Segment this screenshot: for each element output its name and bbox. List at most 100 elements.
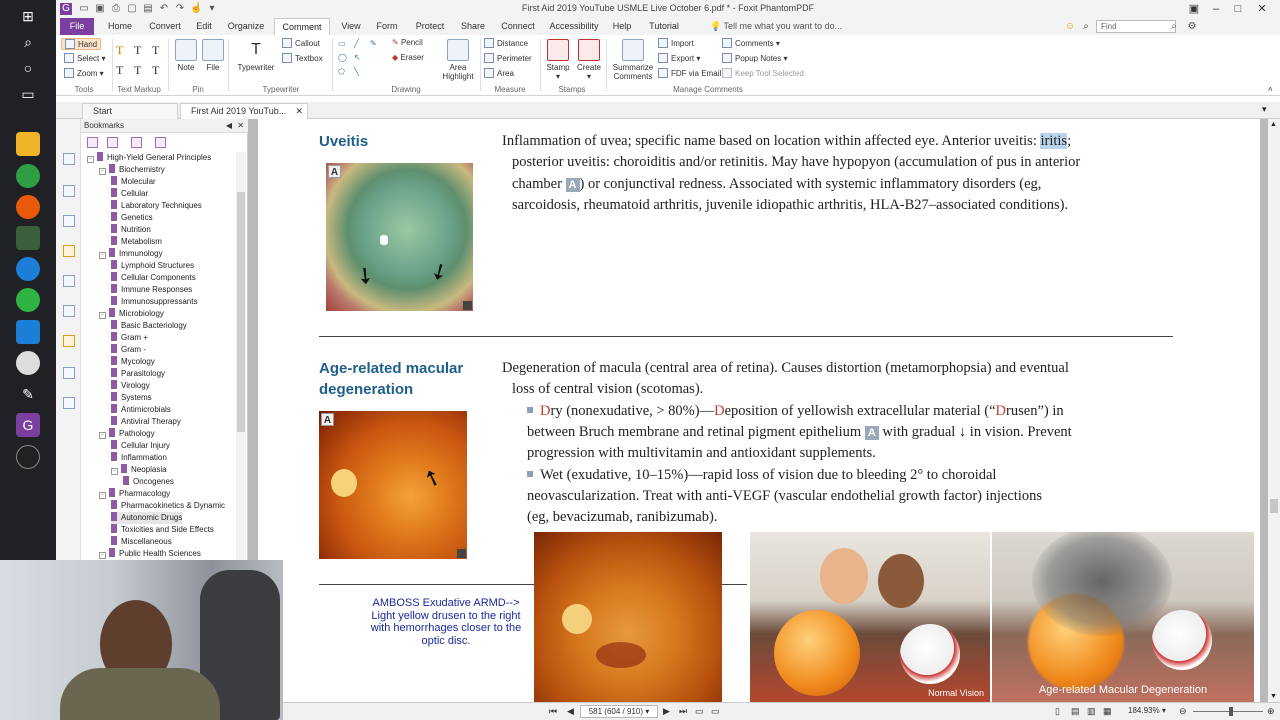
close-tab-icon[interactable]: ✕ xyxy=(295,104,303,119)
keep-tool-selected-button[interactable]: Keep Tool Selected xyxy=(722,68,804,78)
oval-icon[interactable]: ◯ xyxy=(338,53,347,62)
bookmark-item[interactable]: Immune Responses xyxy=(111,284,192,296)
expand-toggle-icon[interactable]: - xyxy=(111,468,118,475)
security-lock-icon[interactable] xyxy=(63,335,75,347)
firefox-icon[interactable] xyxy=(16,195,40,219)
bookmark-item[interactable]: Immunosuppressants xyxy=(111,296,197,308)
scroll-thumb[interactable] xyxy=(237,192,245,432)
zoom-level[interactable]: 184.93% ▾ xyxy=(1128,706,1166,715)
bookmark-item[interactable]: Gram - xyxy=(111,344,146,356)
bookmark-item[interactable]: - Pharmacology xyxy=(99,488,170,500)
bookmark-item[interactable]: Parasitology xyxy=(111,368,165,380)
maximize-button[interactable]: □ xyxy=(1228,1,1248,17)
create-stamp-button[interactable]: Create ▾ xyxy=(574,39,604,81)
expand-bookmark-icon[interactable] xyxy=(131,137,142,148)
typewriter-button[interactable]: T Typewriter xyxy=(234,39,278,72)
close-panel-icon[interactable]: ✕ xyxy=(237,119,244,133)
chrome-icon[interactable] xyxy=(16,164,40,188)
export-button[interactable]: Export ▾ xyxy=(658,53,700,63)
windows-start-icon[interactable]: ⊞ xyxy=(16,4,40,28)
last-page-icon[interactable]: ⏭ xyxy=(679,706,687,717)
whatsapp-icon[interactable] xyxy=(16,288,40,312)
expand-toggle-icon[interactable]: - xyxy=(99,432,106,439)
scroll-up-icon[interactable]: ▲ xyxy=(1270,121,1277,128)
pencil-button[interactable]: ✎ Pencil xyxy=(392,38,423,47)
expand-toggle-icon[interactable]: - xyxy=(87,156,94,163)
facing-page-icon[interactable]: ▥ xyxy=(1087,706,1096,717)
app-icon[interactable] xyxy=(16,226,40,250)
tools-panel-icon[interactable] xyxy=(63,397,75,409)
foxit-icon[interactable]: G xyxy=(16,413,40,437)
highlighted-iritis[interactable]: iritis xyxy=(1040,133,1068,149)
bookmark-item[interactable]: Molecular xyxy=(111,176,156,188)
bookmark-item[interactable]: Systems xyxy=(111,392,152,404)
content-panel-icon[interactable] xyxy=(63,367,75,379)
tab-document[interactable]: First Aid 2019 YouTub... ✕ xyxy=(180,103,308,119)
zoom-in-icon[interactable]: ⊕ xyxy=(1267,706,1275,717)
signature-panel-icon[interactable] xyxy=(63,305,75,317)
select-tool-button[interactable]: Select ▾ xyxy=(64,53,105,63)
bookmark-item[interactable]: - Immunology xyxy=(99,248,163,260)
bookmark-item[interactable]: Inflammation xyxy=(111,452,167,464)
find-search-icon[interactable]: ⌕ xyxy=(1168,21,1180,33)
stamp-button[interactable]: Stamp ▾ xyxy=(544,39,572,81)
bookmark-item[interactable]: Cellular Injury xyxy=(111,440,170,452)
new-bookmark-icon[interactable] xyxy=(107,137,118,148)
previous-view-icon[interactable]: ▭ xyxy=(695,706,704,717)
pages-panel-icon[interactable] xyxy=(63,185,75,197)
skype-icon[interactable] xyxy=(16,320,40,344)
bookmark-item[interactable]: Mycology xyxy=(111,356,155,368)
tab-organize[interactable]: Organize xyxy=(222,18,270,35)
document-scrollbar[interactable]: ▲ ▼ xyxy=(1268,119,1280,702)
tab-form[interactable]: Form xyxy=(372,18,402,35)
file-explorer-icon[interactable] xyxy=(16,132,40,156)
strikeout-text-icon[interactable]: T xyxy=(116,63,123,78)
bookmark-item[interactable]: Basic Bacteriology xyxy=(111,320,187,332)
tab-view[interactable]: View xyxy=(336,18,366,35)
expand-toggle-icon[interactable]: - xyxy=(99,312,106,319)
scroll-down-icon[interactable]: ▼ xyxy=(1270,693,1277,700)
tab-list-icon[interactable]: ▾ xyxy=(1262,104,1267,115)
smiley-icon[interactable]: ☺ xyxy=(1064,21,1076,33)
app-icon-2[interactable] xyxy=(16,257,40,281)
zoom-tool-button[interactable]: Zoom ▾ xyxy=(64,68,104,78)
expand-toggle-icon[interactable]: - xyxy=(99,168,106,175)
bookmark-item[interactable]: Antiviral Therapy xyxy=(111,416,181,428)
search-icon[interactable]: ⌕ xyxy=(16,30,40,54)
tab-start[interactable]: Start xyxy=(82,103,178,119)
app-icon-3[interactable] xyxy=(16,351,40,375)
bookmark-item[interactable]: Oncogenes xyxy=(123,476,174,488)
tab-help[interactable]: Help xyxy=(608,18,636,35)
search-options-icon[interactable]: ⌕ xyxy=(1080,21,1092,33)
zoom-slider-handle[interactable] xyxy=(1229,707,1233,716)
tab-connect[interactable]: Connect xyxy=(496,18,540,35)
insert-text-icon[interactable]: T xyxy=(152,63,159,78)
tab-accessibility[interactable]: Accessibility xyxy=(546,18,602,35)
hand-tool-button[interactable]: Hand xyxy=(61,38,102,50)
squiggly-text-icon[interactable]: T xyxy=(134,43,141,58)
delete-bookmark-icon[interactable] xyxy=(87,137,98,148)
textbox-button[interactable]: Textbox xyxy=(282,53,323,63)
app-icon-4[interactable]: ✎ xyxy=(16,382,40,406)
tab-tutorial[interactable]: Tutorial xyxy=(642,18,686,35)
bookmarks-scrollbar[interactable] xyxy=(236,152,246,560)
highlight-text-icon[interactable]: T xyxy=(116,43,123,58)
tab-share[interactable]: Share xyxy=(456,18,490,35)
ribbon-options-icon[interactable]: ▣ xyxy=(1184,1,1204,17)
collapse-panel-icon[interactable]: ◀ xyxy=(226,119,232,133)
scroll-thumb[interactable] xyxy=(1270,499,1278,513)
comments-menu-button[interactable]: Comments ▾ xyxy=(722,38,780,48)
close-button[interactable]: ✕ xyxy=(1252,1,1272,17)
tab-edit[interactable]: Edit xyxy=(190,18,218,35)
first-page-icon[interactable]: ⏮ xyxy=(549,706,557,717)
bookmark-item[interactable]: Lymphoid Structures xyxy=(111,260,194,272)
polyline-icon[interactable]: ✎ xyxy=(370,39,377,48)
tab-protect[interactable]: Protect xyxy=(408,18,452,35)
bookmark-item[interactable]: Virology xyxy=(111,380,150,392)
area-button[interactable]: Area xyxy=(484,68,514,78)
bookmark-item[interactable]: - Neoplasia xyxy=(111,464,167,476)
bookmark-item[interactable]: Genetics xyxy=(111,212,153,224)
page-number-input[interactable]: 581 (604 / 910) ▾ xyxy=(580,705,658,718)
tab-convert[interactable]: Convert xyxy=(144,18,186,35)
arrow-icon[interactable]: ↖ xyxy=(354,53,361,62)
